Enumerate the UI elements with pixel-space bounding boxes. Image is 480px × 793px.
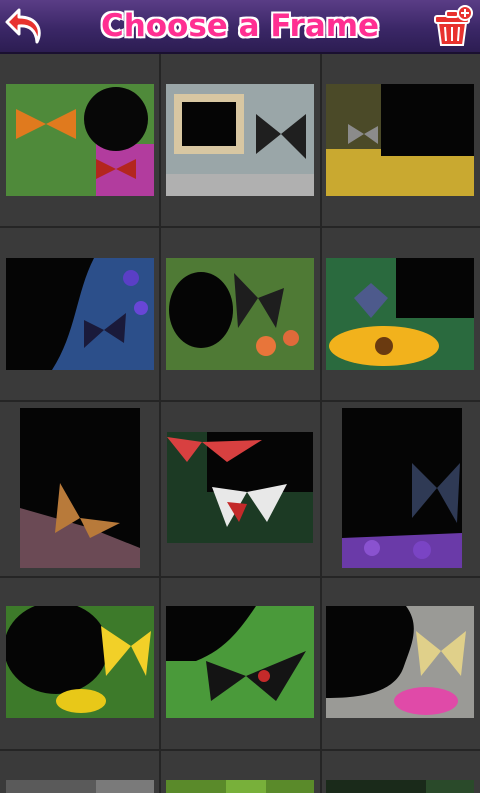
- frame-thumbnail-8[interactable]: [167, 432, 313, 543]
- frame-thumbnail-14[interactable]: [166, 780, 314, 793]
- page-title: Choose a Frame: [100, 8, 380, 44]
- frame-thumbnail-6[interactable]: [326, 258, 474, 370]
- grid-divider: [320, 54, 322, 793]
- frame-thumbnail-7[interactable]: [20, 408, 140, 568]
- frame-thumbnail-4[interactable]: [6, 258, 154, 370]
- grid-divider: [0, 576, 480, 578]
- grid-divider: [0, 749, 480, 751]
- frame-thumbnail-15[interactable]: [326, 780, 474, 793]
- back-button[interactable]: [3, 4, 47, 48]
- trash-bin-icon: [434, 5, 473, 46]
- grid-divider: [0, 226, 480, 228]
- frame-thumbnail-10[interactable]: [6, 606, 154, 718]
- frame-thumbnail-9[interactable]: [342, 408, 462, 568]
- frame-thumbnail-5[interactable]: [166, 258, 314, 370]
- grid-divider: [159, 54, 161, 793]
- frame-thumbnail-2[interactable]: [166, 84, 314, 196]
- frame-thumbnail-12[interactable]: [326, 606, 474, 718]
- undo-arrow-icon: [5, 8, 41, 44]
- frame-thumbnail-3[interactable]: [326, 84, 474, 196]
- header-bar: Choose a Frame: [0, 0, 480, 54]
- frame-thumbnail-13[interactable]: [6, 780, 154, 793]
- frame-thumbnail-11[interactable]: [166, 606, 314, 718]
- frame-grid: [0, 54, 480, 793]
- delete-button[interactable]: [432, 4, 474, 48]
- grid-divider: [0, 400, 480, 402]
- frame-thumbnail-1[interactable]: [6, 84, 154, 196]
